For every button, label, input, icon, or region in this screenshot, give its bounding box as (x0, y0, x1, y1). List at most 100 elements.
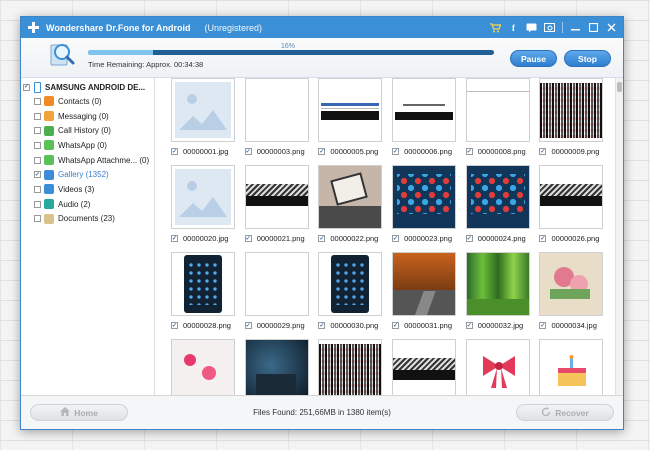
gallery-tile[interactable]: 00000022.png (318, 165, 392, 252)
thumbnail-checkbox[interactable] (539, 322, 547, 329)
thumbnail-image[interactable] (465, 339, 530, 396)
gallery-tile[interactable]: 00000023.png (392, 165, 466, 252)
thumbnail-checkbox[interactable] (539, 148, 547, 155)
gallery-tile[interactable]: 00000032.jpg (465, 252, 540, 339)
gallery-tile[interactable]: 00000009.png (539, 78, 613, 165)
thumbnail-checkbox[interactable] (318, 235, 326, 242)
stop-button[interactable]: Stop (564, 50, 611, 67)
device-node[interactable]: SAMSUNG ANDROID DE... (21, 80, 154, 94)
category-checkbox[interactable] (34, 171, 41, 179)
thumbnail-image[interactable] (318, 252, 383, 316)
category-checkbox[interactable] (34, 112, 41, 120)
gallery-tile[interactable]: 00000020.jpg (171, 165, 245, 252)
scrollbar-thumb[interactable] (617, 82, 622, 92)
thumbnail-checkbox[interactable] (318, 322, 326, 329)
thumbnail-image[interactable] (392, 78, 457, 142)
minimize-icon[interactable] (570, 22, 581, 33)
close-icon[interactable] (606, 22, 617, 33)
sidebar-item-call-history[interactable]: Call History (0) (21, 123, 154, 138)
category-checkbox[interactable] (34, 141, 41, 149)
whatsapp-icon (44, 140, 54, 151)
thumbnail-checkbox[interactable] (171, 235, 178, 242)
app-logo-icon (27, 21, 40, 34)
sidebar-item-whatsapp-attachments[interactable]: WhatsApp Attachme... (0) (21, 153, 154, 168)
thumbnail-image[interactable] (318, 339, 383, 396)
thumbnail-image[interactable] (171, 339, 235, 396)
thumbnail-image[interactable] (171, 78, 235, 142)
thumbnail-image[interactable] (244, 78, 309, 142)
sidebar-item-messaging[interactable]: Messaging (0) (21, 109, 154, 124)
thumbnail-checkbox[interactable] (171, 148, 178, 155)
thumbnail-checkbox[interactable] (318, 148, 326, 155)
sidebar-item-documents[interactable]: Documents (23) (21, 212, 154, 227)
thumbnail-image[interactable] (171, 165, 235, 229)
thumbnail-image[interactable] (244, 165, 309, 229)
thumbnail-checkbox[interactable] (539, 235, 547, 242)
thumbnail-checkbox[interactable] (244, 148, 252, 155)
gallery-tile[interactable] (392, 339, 466, 396)
thumbnail-image[interactable] (244, 252, 309, 316)
thumbnail-checkbox[interactable] (244, 235, 252, 242)
category-checkbox[interactable] (34, 156, 41, 164)
sidebar-item-contacts[interactable]: Contacts (0) (21, 94, 154, 109)
thumbnail-image[interactable] (539, 252, 604, 316)
maximize-icon[interactable] (588, 22, 599, 33)
category-checkbox[interactable] (34, 127, 41, 135)
thumbnail-image[interactable] (318, 165, 383, 229)
chat-icon[interactable] (526, 22, 537, 33)
gallery-tile[interactable]: 00000001.jpg (171, 78, 245, 165)
thumbnail-image[interactable] (318, 78, 383, 142)
thumbnail-image[interactable] (392, 252, 457, 316)
category-checkbox[interactable] (34, 185, 41, 193)
thumbnail-checkbox[interactable] (465, 148, 473, 155)
thumbnail-image[interactable] (392, 165, 457, 229)
thumbnail-checkbox[interactable] (244, 322, 252, 329)
gallery-tile[interactable] (244, 339, 319, 396)
thumbnail-checkbox[interactable] (465, 322, 473, 329)
gallery-tile[interactable] (171, 339, 245, 396)
gallery-tile[interactable]: 00000029.png (244, 252, 319, 339)
thumbnail-checkbox[interactable] (392, 148, 400, 155)
thumbnail-checkbox[interactable] (392, 322, 400, 329)
gallery-tile[interactable] (318, 339, 392, 396)
thumbnail-image[interactable] (539, 78, 604, 142)
category-checkbox[interactable] (34, 97, 41, 105)
gallery-tile[interactable]: 00000024.png (465, 165, 540, 252)
thumbnail-image[interactable] (171, 252, 235, 316)
thumbnail-image[interactable] (465, 252, 530, 316)
gallery-tile[interactable]: 00000005.png (318, 78, 392, 165)
sidebar-item-audio[interactable]: Audio (2) (21, 197, 154, 212)
gallery-tile[interactable]: 00000006.png (392, 78, 466, 165)
gallery-tile[interactable] (539, 339, 613, 396)
thumbnail-checkbox[interactable] (171, 322, 178, 329)
thumbnail-image[interactable] (392, 339, 457, 396)
gallery-tile[interactable]: 00000003.png (244, 78, 319, 165)
thumbnail-image[interactable] (465, 165, 530, 229)
gallery-tile[interactable]: 00000008.png (465, 78, 540, 165)
thumbnail-image[interactable] (539, 165, 604, 229)
recover-button[interactable]: Recover (516, 404, 614, 421)
facebook-icon[interactable]: f (508, 22, 519, 33)
device-checkbox[interactable] (23, 83, 30, 91)
sidebar-item-videos[interactable]: Videos (3) (21, 182, 154, 197)
category-checkbox[interactable] (34, 215, 41, 223)
thumbnail-image[interactable] (539, 339, 604, 396)
thumbnail-checkbox[interactable] (465, 235, 473, 242)
feedback-icon[interactable] (544, 22, 555, 33)
gallery-tile[interactable]: 00000034.jpg (539, 252, 613, 339)
gallery-tile[interactable] (465, 339, 540, 396)
sidebar-item-whatsapp[interactable]: WhatsApp (0) (21, 138, 154, 153)
gallery-tile[interactable]: 00000028.png (171, 252, 245, 339)
gallery-tile[interactable]: 00000031.png (392, 252, 466, 339)
gallery-tile[interactable]: 00000026.png (539, 165, 613, 252)
gallery-tile[interactable]: 00000030.png (318, 252, 392, 339)
sidebar-item-gallery[interactable]: Gallery (1352) (21, 167, 154, 182)
thumbnail-image[interactable] (465, 78, 530, 142)
thumbnail-image[interactable] (244, 339, 309, 396)
cart-icon[interactable] (490, 22, 501, 33)
category-checkbox[interactable] (34, 200, 41, 208)
pause-button[interactable]: Pause (510, 50, 557, 67)
gallery-tile[interactable]: 00000021.png (244, 165, 319, 252)
thumbnail-checkbox[interactable] (392, 235, 400, 242)
gallery-scrollbar[interactable] (615, 78, 623, 396)
